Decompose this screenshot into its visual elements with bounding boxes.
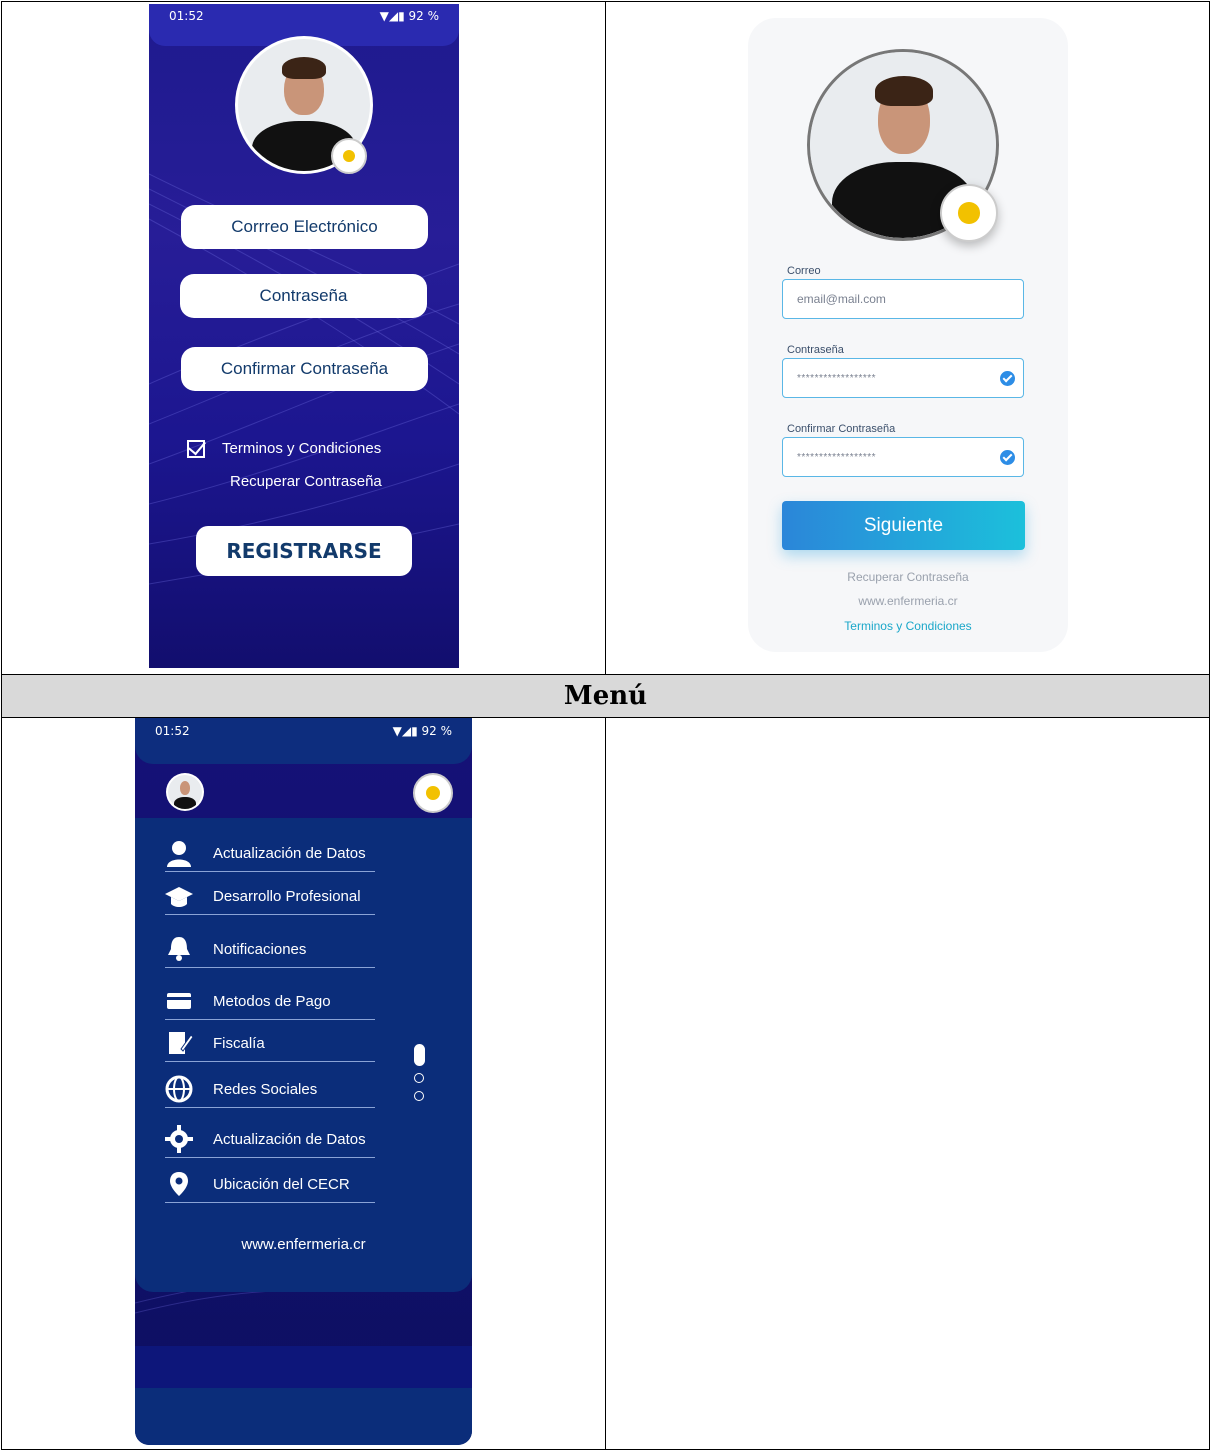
menu-item-actualizacion-datos[interactable]: Actualización de Datos bbox=[135, 833, 472, 873]
email-field[interactable]: Corrreo Electrónico bbox=[181, 205, 428, 249]
confirm-password-field[interactable]: Confirmar Contraseña bbox=[181, 347, 428, 391]
battery-level: 92 % bbox=[408, 9, 440, 23]
menu-item-label: Notificaciones bbox=[213, 941, 307, 958]
menu-item-label: Ubicación del CECR bbox=[213, 1176, 350, 1193]
next-button[interactable]: Siguiente bbox=[782, 501, 1025, 550]
bottom-bar bbox=[135, 1388, 472, 1445]
status-time: 01:52 bbox=[155, 724, 190, 738]
page-indicator-dot[interactable] bbox=[414, 1073, 424, 1083]
register-button[interactable]: REGISTRARSE bbox=[196, 526, 412, 576]
terms-checkbox[interactable] bbox=[187, 436, 206, 458]
logo-emblem-icon bbox=[413, 773, 453, 813]
password-input[interactable]: ****************** bbox=[782, 358, 1024, 398]
terms-link[interactable]: Terminos y Condiciones bbox=[222, 440, 381, 457]
password-field[interactable]: Contraseña bbox=[180, 274, 427, 318]
menu-item-metodos-pago[interactable]: Metodos de Pago bbox=[135, 981, 472, 1021]
website-link[interactable]: www.enfermeria.cr bbox=[748, 594, 1068, 608]
terms-link[interactable]: Terminos y Condiciones bbox=[748, 619, 1068, 633]
battery-level: 92 % bbox=[421, 724, 453, 738]
recover-password-link[interactable]: Recuperar Contraseña bbox=[748, 570, 1068, 584]
bell-icon bbox=[168, 937, 190, 961]
check-circle-icon bbox=[1000, 371, 1015, 386]
menu-item-label: Redes Sociales bbox=[213, 1081, 318, 1098]
menu-item-label: Metodos de Pago bbox=[213, 993, 331, 1010]
table-divider bbox=[605, 2, 606, 675]
password-label: Contraseña bbox=[787, 344, 844, 356]
check-circle-icon bbox=[1000, 450, 1015, 465]
form-screen: Correo email@mail.com Contraseña *******… bbox=[748, 18, 1068, 652]
password-value: ****************** bbox=[797, 373, 877, 384]
email-label: Correo bbox=[787, 265, 821, 277]
menu-item-label: Fiscalía bbox=[213, 1035, 265, 1052]
logo-emblem-icon bbox=[940, 184, 998, 242]
register-screen: 01:52 ▼◢▮ 92 % Corrreo Electrónico Contr… bbox=[149, 4, 459, 668]
globe-icon bbox=[165, 1075, 193, 1103]
menu-item-label: Desarrollo Profesional bbox=[213, 888, 361, 905]
menu-item-desarrollo-profesional[interactable]: Desarrollo Profesional bbox=[135, 876, 472, 916]
menu-item-actualizacion-datos-config[interactable]: Actualización de Datos bbox=[135, 1119, 472, 1159]
status-time: 01:52 bbox=[169, 9, 204, 23]
email-input[interactable]: email@mail.com bbox=[782, 279, 1024, 319]
table-divider bbox=[605, 718, 606, 1450]
page-indicator-dot[interactable] bbox=[414, 1091, 424, 1101]
graduation-cap-icon bbox=[165, 887, 193, 907]
avatar[interactable] bbox=[166, 773, 204, 811]
menu-item-ubicacion[interactable]: Ubicación del CECR bbox=[135, 1164, 472, 1204]
section-title: Menú bbox=[563, 681, 648, 711]
logo-emblem-icon bbox=[331, 138, 367, 174]
website-link[interactable]: www.enfermeria.cr bbox=[135, 1236, 472, 1253]
location-pin-icon bbox=[170, 1172, 188, 1196]
wifi-icon: ▼◢▮ bbox=[392, 724, 422, 738]
user-icon bbox=[167, 841, 191, 867]
gear-icon bbox=[165, 1125, 193, 1153]
document-edit-icon bbox=[169, 1032, 193, 1054]
menu-screen: 01:52 ▼◢▮ 92 % Actualización de Datos De… bbox=[135, 718, 472, 1445]
menu-item-label: Actualización de Datos bbox=[213, 1131, 366, 1148]
status-icons: ▼◢▮ 92 % bbox=[369, 9, 439, 23]
confirm-password-value: ****************** bbox=[797, 452, 877, 463]
email-placeholder: email@mail.com bbox=[797, 292, 886, 306]
page-indicator-active[interactable] bbox=[414, 1044, 425, 1066]
wifi-icon: ▼◢▮ bbox=[379, 9, 409, 23]
menu-item-notificaciones[interactable]: Notificaciones bbox=[135, 929, 472, 969]
confirm-password-input[interactable]: ****************** bbox=[782, 437, 1024, 477]
menu-item-label: Actualización de Datos bbox=[213, 845, 366, 862]
recover-password-link[interactable]: Recuperar Contraseña bbox=[230, 473, 382, 490]
status-icons: ▼◢▮ 92 % bbox=[372, 724, 452, 738]
credit-card-icon bbox=[167, 993, 191, 1009]
confirm-password-label: Confirmar Contraseña bbox=[787, 423, 896, 435]
